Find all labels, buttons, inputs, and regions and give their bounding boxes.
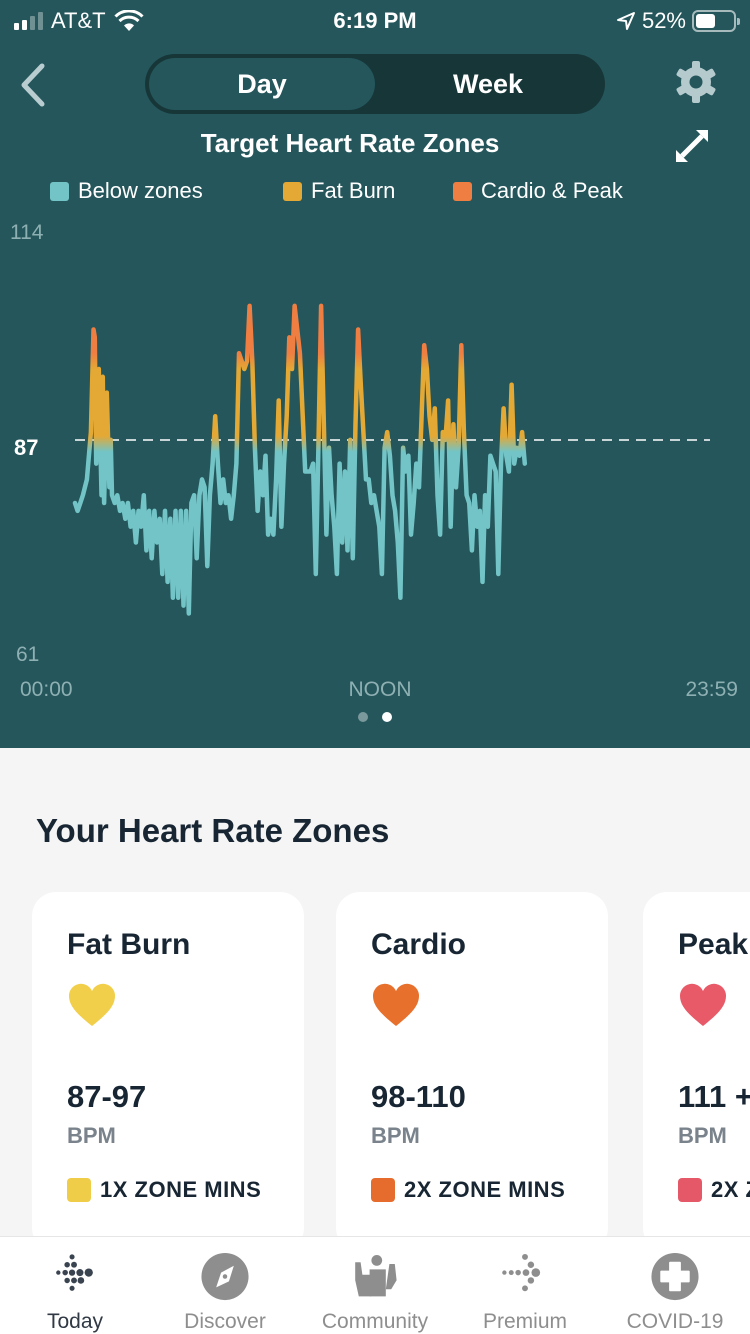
chart-legend: Below zones Fat Burn Cardio & Peak <box>50 178 623 204</box>
zone-mins: 1X ZONE MINS <box>67 1177 304 1203</box>
zone-mins: 2X ZONE MINS <box>371 1177 608 1203</box>
tab-label: COVID-19 <box>626 1310 724 1333</box>
zone-unit: BPM <box>371 1123 420 1148</box>
heart-rate-line <box>72 303 528 616</box>
zone-name: Fat Burn <box>67 928 191 961</box>
battery-icon <box>692 10 740 32</box>
section-title: Your Heart Rate Zones <box>36 812 390 849</box>
heart-icon <box>68 983 116 1026</box>
x-tick-noon: NOON <box>349 678 412 701</box>
zone-mins-swatch <box>67 1178 91 1202</box>
zone-name: Peak <box>678 928 749 961</box>
medical-cross-icon <box>651 1252 699 1301</box>
tab-label: Discover <box>184 1310 266 1333</box>
location-icon <box>616 12 635 30</box>
tab-bar: Today Discover Community Premium COVID-1… <box>0 1236 750 1334</box>
zone-unit: BPM <box>67 1123 116 1148</box>
zone-name: Cardio <box>371 928 467 961</box>
segment-day[interactable]: Day <box>149 58 375 110</box>
heart-icon <box>679 983 727 1026</box>
x-tick-end: 23:59 <box>685 678 738 701</box>
battery-percent: 52% <box>641 8 686 33</box>
zone-unit: BPM <box>678 1123 727 1148</box>
page-indicator[interactable] <box>0 712 750 722</box>
zone-mins-swatch <box>678 1178 702 1202</box>
y-tick-threshold: 87 <box>14 435 38 460</box>
x-tick-start: 00:00 <box>20 678 73 701</box>
legend-swatch <box>453 181 472 201</box>
tab-label: Community <box>321 1310 429 1333</box>
legend-item-cardio-peak: Cardio & Peak <box>453 178 623 204</box>
zone-card-cardio[interactable]: Cardio 98-110 BPM 2X ZONE MINS <box>336 892 608 1237</box>
zone-mins: 2X ZONE MINS <box>678 1177 750 1203</box>
legend-item-below-zones: Below zones <box>50 178 283 204</box>
status-bar: AT&T 6:19 PM 52% <box>0 0 750 40</box>
compass-icon <box>201 1252 249 1301</box>
chart-panel: AT&T 6:19 PM 52% Day Week Target Heart R… <box>0 0 750 748</box>
back-button[interactable] <box>14 60 54 110</box>
zone-card-fat-burn[interactable]: Fat Burn 87-97 BPM 1X ZONE MINS <box>32 892 304 1237</box>
heart-icon <box>372 983 420 1026</box>
zone-mins-swatch <box>371 1178 395 1202</box>
y-tick-top: 114 <box>10 221 44 244</box>
zone-card-peak[interactable]: Peak 111 + BPM 2X ZONE MINS <box>643 892 750 1237</box>
fitbit-logo-icon <box>56 1254 93 1291</box>
tab-discover[interactable]: Discover <box>150 1237 300 1334</box>
legend-swatch <box>283 181 302 201</box>
zone-range: 87-97 <box>67 1079 147 1114</box>
gear-icon[interactable] <box>672 58 720 106</box>
zone-range: 98-110 <box>371 1079 466 1114</box>
community-icon <box>355 1255 397 1297</box>
premium-icon <box>502 1253 541 1292</box>
tab-today[interactable]: Today <box>0 1237 150 1334</box>
legend-item-fat-burn: Fat Burn <box>283 178 453 204</box>
chart-title: Target Heart Rate Zones <box>200 128 500 158</box>
heart-rate-chart[interactable]: 114 87 61 00:00 NOON 23:59 <box>0 215 750 715</box>
page-dot[interactable] <box>358 712 368 722</box>
legend-swatch <box>50 181 69 201</box>
tab-label: Premium <box>482 1310 567 1333</box>
day-week-toggle: Day Week <box>145 54 605 114</box>
segment-week[interactable]: Week <box>375 58 601 110</box>
tab-label: Today <box>46 1310 104 1333</box>
tab-community[interactable]: Community <box>300 1237 450 1334</box>
zone-cards[interactable]: Fat Burn 87-97 BPM 1X ZONE MINS Cardio 9… <box>0 892 750 1237</box>
expand-icon[interactable] <box>672 126 712 166</box>
tab-covid-19[interactable]: COVID-19 <box>600 1237 750 1334</box>
page-dot-active[interactable] <box>382 712 392 722</box>
tab-premium[interactable]: Premium <box>450 1237 600 1334</box>
zone-range: 111 + <box>678 1079 750 1114</box>
y-tick-bottom: 61 <box>16 643 39 666</box>
